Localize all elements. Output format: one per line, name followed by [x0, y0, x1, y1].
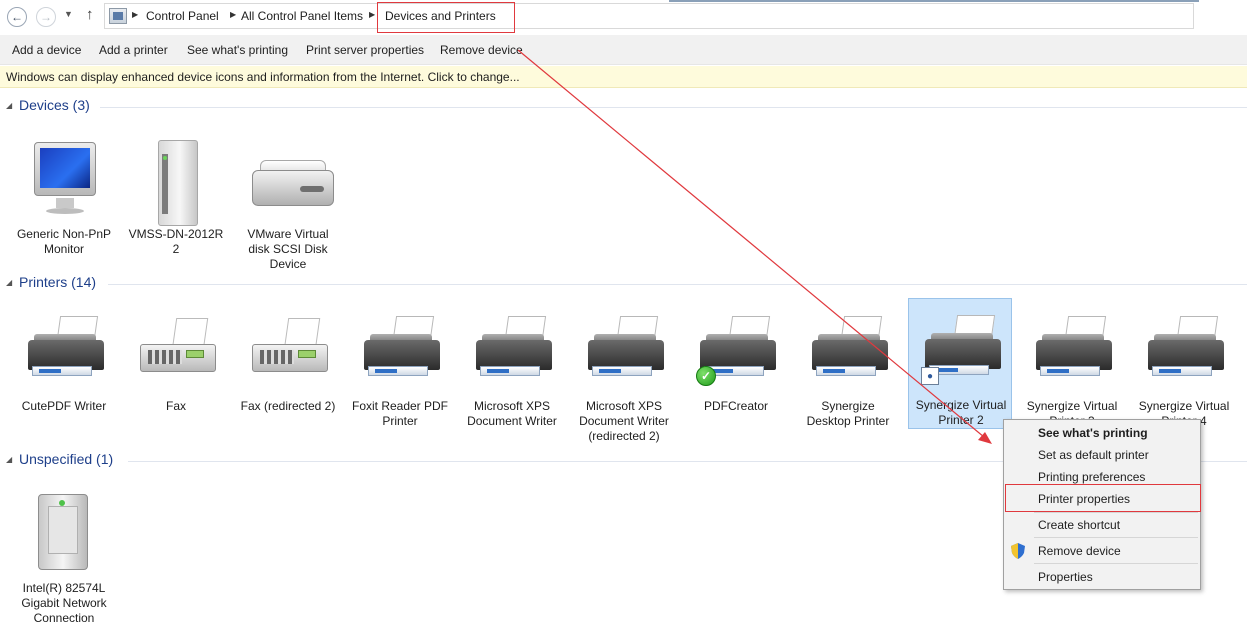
printer-item-synergize-virtual-3[interactable]: Synergize VirtualPrinter 3 — [1020, 300, 1124, 430]
device-label: Generic Non-PnP Monitor — [16, 227, 112, 256]
menu-item-set-default-printer[interactable]: Set as default printer — [1038, 448, 1149, 462]
printer-icon — [808, 310, 888, 394]
printer-label: PDFCreator — [703, 399, 768, 413]
forward-button[interactable]: → — [36, 7, 56, 27]
fax-icon — [136, 310, 216, 394]
add-printer-button[interactable]: Add a printer — [99, 43, 168, 57]
add-device-button[interactable]: Add a device — [12, 43, 81, 57]
command-bar: Add a device Add a printer See what's pr… — [0, 35, 1247, 65]
printer-label: Fax — [165, 399, 186, 413]
device-label: VMware Virtual disk SCSI Disk Device — [247, 227, 329, 271]
uac-shield-icon — [1011, 543, 1025, 559]
annotation-box-breadcrumb — [377, 2, 515, 33]
printer-icon — [472, 310, 552, 394]
printer-icon — [584, 310, 664, 394]
group-divider — [100, 107, 1247, 108]
device-item-computer[interactable]: VMSS-DN-2012R 2 — [124, 128, 228, 258]
menu-item-see-whats-printing[interactable]: See what's printing — [1038, 426, 1148, 440]
printer-item-fax-redirected[interactable]: Fax (redirected 2) — [236, 300, 340, 430]
menu-separator — [1034, 512, 1198, 513]
printer-item-fax[interactable]: Fax — [124, 300, 228, 430]
printer-label: Fax (redirected 2) — [240, 399, 336, 413]
printer-item-foxit[interactable]: Foxit Reader PDF Printer — [348, 300, 452, 430]
printer-label: Foxit Reader PDF Printer — [351, 399, 449, 428]
breadcrumb-all-control-panel-items[interactable]: All Control Panel Items — [241, 9, 363, 23]
back-button[interactable]: ← — [7, 7, 27, 27]
arrow-left-icon: ← — [11, 10, 23, 24]
device-item-monitor[interactable]: Generic Non-PnP Monitor — [12, 128, 116, 258]
breadcrumb-control-panel[interactable]: Control Panel — [146, 9, 219, 23]
address-box[interactable]: ▶ Control Panel ▶ All Control Panel Item… — [104, 3, 1194, 29]
printer-item-pdfcreator[interactable]: ✓ PDFCreator — [684, 300, 788, 430]
printer-item-synergize-virtual-4[interactable]: Synergize VirtualPrinter 4 — [1132, 300, 1236, 430]
network-adapter-icon — [24, 492, 104, 576]
printer-item-cutepdf[interactable]: CutePDF Writer — [12, 300, 116, 430]
group-divider — [108, 284, 1247, 285]
menu-item-remove-device[interactable]: Remove device — [1038, 544, 1121, 558]
device-item-disk[interactable]: VMware Virtual disk SCSI Disk Device — [236, 128, 340, 271]
monitor-icon — [24, 138, 104, 222]
annotation-box-printer-properties — [1005, 484, 1201, 512]
control-panel-icon — [109, 8, 127, 24]
printer-label: Microsoft XPS Document Writer — [467, 399, 557, 428]
print-server-properties-button[interactable]: Print server properties — [306, 43, 424, 57]
printer-item-xps-redirected[interactable]: Microsoft XPS Document Writer (redirected … — [572, 300, 676, 443]
printer-item-xps[interactable]: Microsoft XPS Document Writer — [460, 300, 564, 430]
menu-separator — [1034, 563, 1198, 564]
info-bar[interactable]: Windows can display enhanced device icon… — [0, 66, 1247, 88]
printer-icon — [1144, 310, 1224, 394]
menu-separator — [1034, 537, 1198, 538]
arrow-up-icon: ↑ — [86, 6, 94, 23]
group-title: Unspecified (1) — [19, 451, 114, 467]
device-label: Intel(R) 82574L Gigabit Network Connection — [21, 581, 107, 625]
device-label: VMSS-DN-2012R 2 — [128, 227, 224, 256]
chevron-right-icon[interactable]: ▶ — [132, 10, 138, 19]
window-edge — [669, 0, 1199, 2]
see-whats-printing-button[interactable]: See what's printing — [187, 43, 288, 57]
printer-icon: ● — [921, 309, 1001, 393]
menu-item-printing-preferences[interactable]: Printing preferences — [1038, 470, 1145, 484]
remove-device-button[interactable]: Remove device — [440, 43, 523, 57]
disk-drive-icon — [248, 138, 334, 222]
printer-label: Synergize Desktop Printer — [806, 399, 890, 428]
info-bar-text: Windows can display enhanced device icon… — [6, 70, 520, 84]
printer-icon: ✓ — [696, 310, 776, 394]
arrow-right-icon: → — [40, 10, 52, 24]
menu-item-create-shortcut[interactable]: Create shortcut — [1038, 518, 1120, 532]
group-header-printers[interactable]: ◢ Printers (14) — [0, 273, 1247, 295]
printer-item-synergize-desktop[interactable]: Synergize Desktop Printer — [796, 300, 900, 430]
group-title: Printers (14) — [19, 274, 97, 290]
menu-item-properties[interactable]: Properties — [1038, 570, 1093, 584]
address-bar-row: ← → ▼ ↑ ▶ Control Panel ▶ All Control Pa… — [0, 0, 1247, 34]
chevron-right-icon[interactable]: ▶ — [369, 10, 375, 19]
collapse-chevron-icon[interactable]: ◢ — [6, 455, 12, 464]
printer-label: Microsoft XPS Document Writer (redirected … — [579, 399, 669, 443]
chevron-right-icon[interactable]: ▶ — [230, 10, 236, 19]
printer-icon — [24, 310, 104, 394]
printer-label: Synergize Virtual Printer 2 — [915, 398, 1007, 427]
group-title: Devices (3) — [19, 97, 90, 113]
printer-icon — [1032, 310, 1112, 394]
collapse-chevron-icon[interactable]: ◢ — [6, 101, 12, 110]
up-button[interactable]: ↑ — [86, 6, 94, 23]
device-item-network-adapter[interactable]: Intel(R) 82574L Gigabit Network Connection — [12, 482, 116, 625]
collapse-chevron-icon[interactable]: ◢ — [6, 278, 12, 287]
shared-user-icon: ● — [921, 367, 939, 385]
group-header-devices[interactable]: ◢ Devices (3) — [0, 96, 1247, 118]
printer-icon — [360, 310, 440, 394]
computer-tower-icon — [136, 138, 216, 226]
printer-label: CutePDF Writer — [21, 399, 107, 413]
default-printer-check-icon: ✓ — [696, 366, 716, 386]
recent-locations-dropdown[interactable]: ▼ — [64, 9, 73, 19]
chevron-down-icon: ▼ — [64, 9, 73, 19]
printer-item-synergize-virtual-2[interactable]: ● Synergize Virtual Printer 2 — [908, 298, 1012, 429]
fax-icon — [248, 310, 328, 394]
